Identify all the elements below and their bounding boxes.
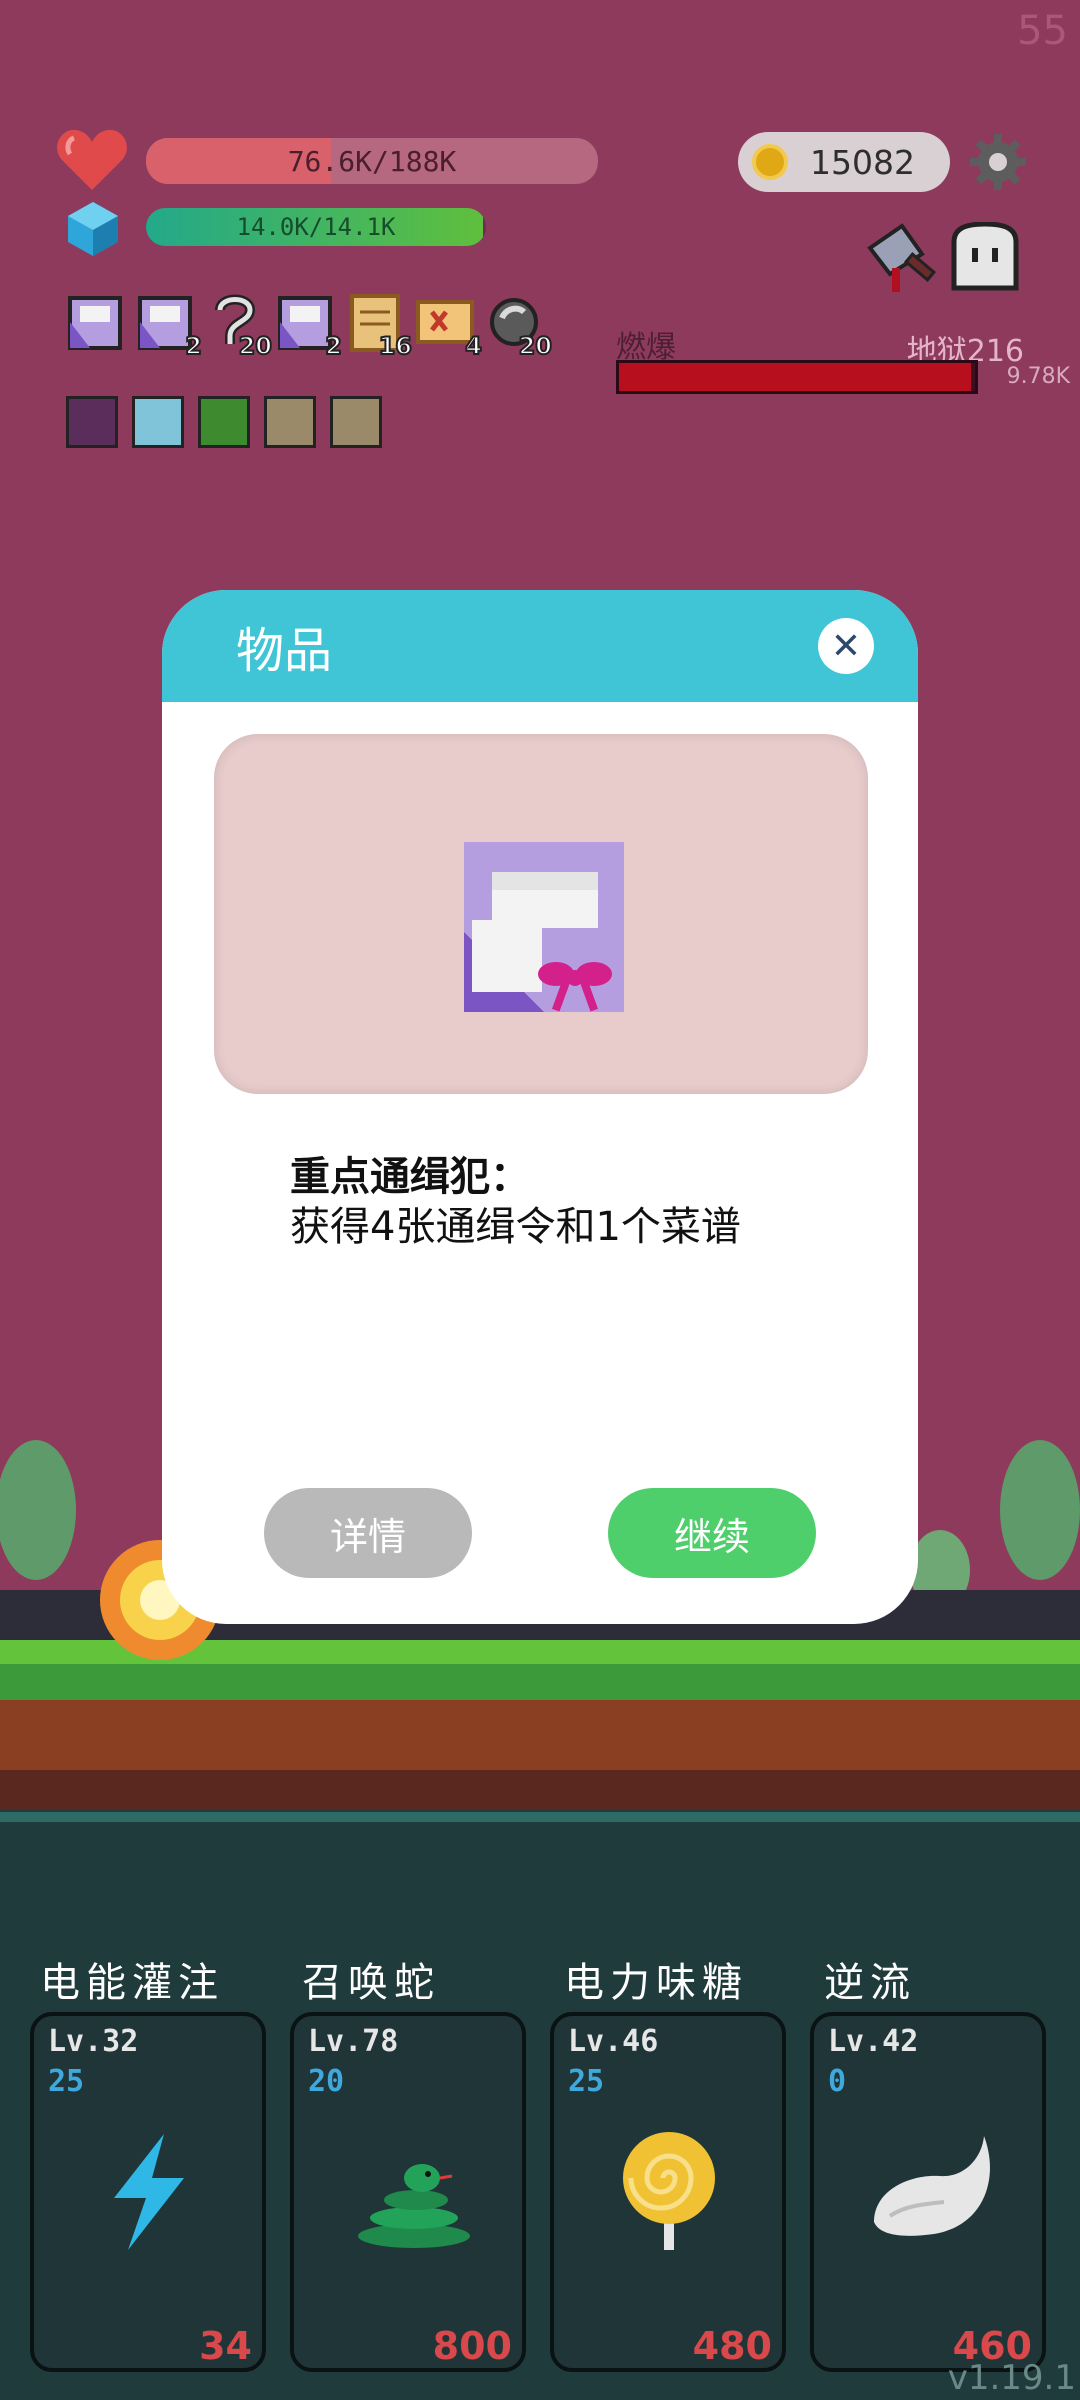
- poison-buff-icon[interactable]: [198, 396, 250, 448]
- skill-level: Lv.46: [568, 2024, 659, 2059]
- skill-level: Lv.42: [828, 2024, 919, 2059]
- dirt-layer: [0, 1700, 1080, 1770]
- water-surface: [0, 1812, 1080, 1822]
- coin-icon: [752, 144, 788, 180]
- inventory-count: 4: [464, 331, 483, 361]
- inventory-item[interactable]: 4: [416, 292, 483, 361]
- inventory-count: 2: [324, 331, 343, 361]
- skill-name: 逆流: [824, 1960, 916, 2006]
- ghost-icon[interactable]: [948, 222, 1022, 292]
- dirt-layer-dark: [0, 1770, 1080, 1810]
- mana-gem-icon: [68, 202, 118, 256]
- lightning-icon: [114, 2134, 184, 2250]
- skill-count: 25: [48, 2064, 85, 2099]
- buff-row: [66, 396, 382, 448]
- skill-level: Lv.78: [308, 2024, 399, 2059]
- lollipop-icon: [623, 2132, 715, 2250]
- inventory-item[interactable]: 2: [276, 292, 343, 361]
- dialog-title: 物品: [236, 623, 333, 679]
- cleaver-icon[interactable]: [862, 218, 942, 298]
- version-label: v1.19.1: [947, 2358, 1076, 2398]
- skill-card-backflow[interactable]: Lv.42 0 460: [810, 2012, 1046, 2372]
- wing-icon: [874, 2136, 990, 2236]
- light-buff-icon[interactable]: [132, 396, 184, 448]
- skill-cost: 480: [692, 2324, 772, 2368]
- close-button[interactable]: ✕: [818, 618, 874, 674]
- inventory-count: 20: [238, 331, 273, 361]
- skill-name: 电能灌注: [40, 1960, 224, 2006]
- mana-text: 14.0K/14.1K: [236, 213, 396, 241]
- close-icon: ✕: [830, 625, 862, 667]
- skill-card-summon-snake[interactable]: Lv.78 20 800: [290, 2012, 526, 2372]
- details-button[interactable]: 详情: [264, 1488, 472, 1578]
- skill-cost: 800: [432, 2324, 512, 2368]
- burst-buff-icon[interactable]: [330, 396, 382, 448]
- inventory-count: 16: [378, 331, 413, 361]
- burst-buff-icon[interactable]: [264, 396, 316, 448]
- fps-counter: 55: [1017, 8, 1068, 54]
- enemy-hp-bar: [616, 360, 978, 394]
- hp-bar: 76.6K/188K: [146, 138, 598, 184]
- inventory-item[interactable]: [66, 292, 124, 354]
- inventory-item[interactable]: 16: [346, 292, 413, 361]
- heart-icon: [57, 129, 127, 190]
- inventory-item[interactable]: 20: [206, 292, 273, 361]
- hp-text: 76.6K/188K: [287, 144, 457, 178]
- enemy-hp-value: 9.78K: [1006, 364, 1070, 389]
- continue-button[interactable]: 继续: [608, 1488, 816, 1578]
- skill-count: 0: [828, 2064, 847, 2099]
- item-preview: [214, 734, 868, 1094]
- skill-card-electric-candy[interactable]: Lv.46 25 480: [550, 2012, 786, 2372]
- skill-name: 召唤蛇: [302, 1960, 440, 2006]
- mana-bar: 14.0K/14.1K: [146, 208, 486, 246]
- coin-counter: 15082: [738, 132, 950, 192]
- enemy-hp-fill: [619, 363, 972, 391]
- snake-icon: [358, 2164, 470, 2248]
- skill-cost: 34: [199, 2324, 252, 2368]
- inventory-row: 2 20 2 16 4 20: [66, 292, 553, 362]
- coin-amount: 15082: [810, 142, 915, 182]
- skill-count: 20: [308, 2064, 345, 2099]
- skill-card-electric-infusion[interactable]: Lv.32 25 34: [30, 2012, 266, 2372]
- dialog-header: 物品 ✕: [162, 590, 918, 702]
- skill-level: Lv.32: [48, 2024, 139, 2059]
- recipe-scroll-icon: [68, 296, 122, 350]
- inventory-count: 2: [184, 331, 203, 361]
- inventory-item[interactable]: 2: [136, 292, 203, 361]
- inventory-item[interactable]: 20: [486, 292, 553, 361]
- skill-count: 25: [568, 2064, 605, 2099]
- item-description: 获得4张通缉令和1个菜谱: [290, 1204, 741, 1250]
- gear-icon[interactable]: [968, 132, 1028, 192]
- demon-buff-icon[interactable]: [66, 396, 118, 448]
- inventory-count: 20: [518, 331, 553, 361]
- wanted-recipe-icon: [464, 842, 624, 1012]
- skill-name: 电力味糖: [564, 1960, 748, 2006]
- item-dialog: 物品 ✕ 重点通缉犯： 获得4张通缉令和1个菜谱 详情 继续: [162, 590, 918, 1624]
